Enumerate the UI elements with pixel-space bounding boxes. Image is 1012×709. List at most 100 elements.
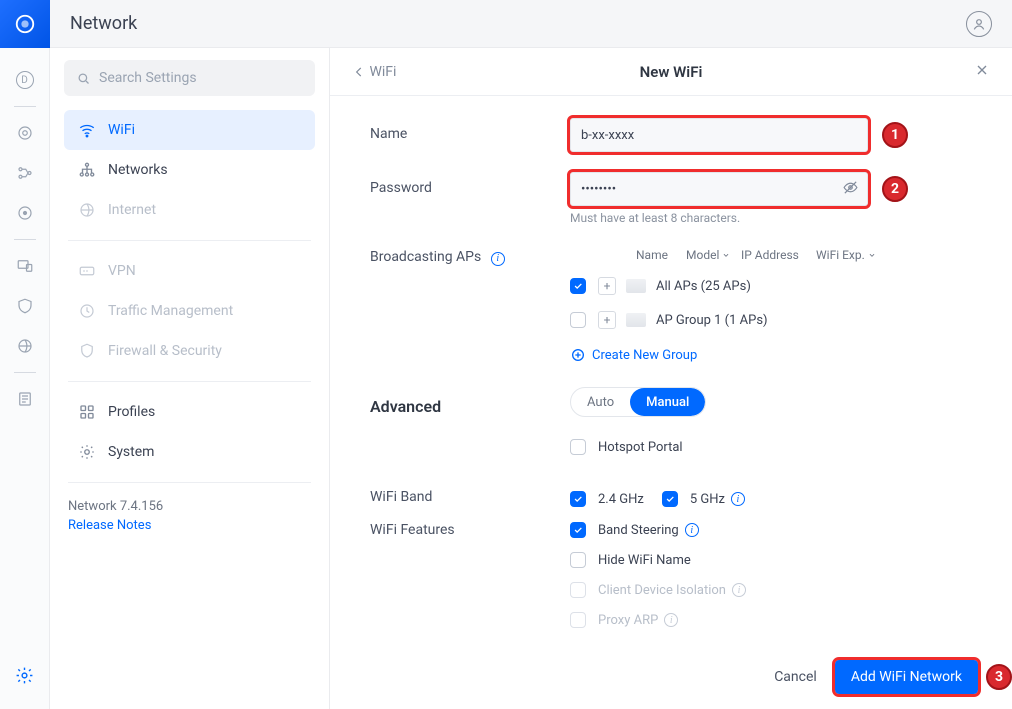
expand-icon[interactable]: + — [598, 277, 616, 295]
checkbox[interactable] — [662, 491, 678, 507]
band-5-line[interactable]: 5 GHz i — [662, 491, 745, 507]
password-label: Password — [370, 172, 570, 196]
checkbox[interactable] — [570, 439, 586, 455]
info-icon[interactable]: i — [731, 492, 745, 506]
sidebar-item-label: Firewall & Security — [108, 343, 222, 359]
checkbox[interactable] — [570, 552, 586, 568]
info-icon: i — [664, 613, 678, 627]
info-icon: i — [732, 583, 746, 597]
ap-row-all[interactable]: + All APs (25 APs) — [570, 269, 972, 303]
proxy-arp-line: Proxy ARP i — [570, 612, 972, 628]
brand-logo[interactable] — [0, 0, 50, 48]
password-input[interactable]: •••••••• — [570, 172, 868, 206]
sidebar-item-networks[interactable]: Networks — [64, 150, 315, 190]
hide-name-line[interactable]: Hide WiFi Name — [570, 552, 972, 568]
release-notes-link[interactable]: Release Notes — [64, 516, 315, 535]
checkbox[interactable] — [570, 491, 586, 507]
sidebar-item-label: Networks — [108, 162, 168, 178]
sidebar-item-vpn[interactable]: VPN — [64, 251, 315, 291]
app-rail: D — [0, 0, 50, 709]
checkbox[interactable] — [570, 312, 586, 328]
band-24-line[interactable]: 2.4 GHz — [570, 491, 644, 507]
advanced-heading: Advanced — [370, 389, 570, 416]
rail-devices-icon[interactable] — [0, 246, 50, 286]
annotation-3: 3 — [986, 664, 1012, 690]
rail-settings-icon[interactable] — [0, 655, 50, 695]
rail-security-icon[interactable] — [0, 286, 50, 326]
ap-row-label: All APs (25 APs) — [656, 279, 751, 294]
search-icon — [76, 71, 91, 86]
rail-dashboard-icon[interactable]: D — [0, 60, 50, 100]
hotspot-checkbox-line[interactable]: Hotspot Portal — [570, 439, 972, 455]
close-icon — [974, 62, 990, 78]
proxy-arp-label: Proxy ARP — [598, 613, 658, 628]
rail-globe-icon[interactable] — [0, 326, 50, 366]
search-input-wrap[interactable] — [64, 60, 315, 96]
rail-ports-icon[interactable] — [0, 153, 50, 193]
ap-device-icon — [626, 279, 646, 293]
rail-logs-icon[interactable] — [0, 379, 50, 419]
sidebar-item-profiles[interactable]: Profiles — [64, 392, 315, 432]
sidebar-item-label: WiFi — [108, 122, 135, 138]
ap-columns: Name Model IP Address WiFi Exp. — [570, 241, 972, 269]
page-title: Network — [70, 13, 137, 34]
sidebar-item-traffic[interactable]: Traffic Management — [64, 291, 315, 331]
expand-icon[interactable]: + — [598, 311, 616, 329]
checkbox[interactable] — [570, 278, 586, 294]
detail-panel: WiFi New WiFi Name b-xx-xxxx — [330, 48, 1012, 709]
traffic-icon — [78, 302, 96, 320]
wifi-icon — [78, 121, 96, 139]
info-icon[interactable]: i — [491, 252, 505, 266]
sidebar-item-label: Internet — [108, 202, 156, 218]
ap-device-icon — [626, 313, 646, 327]
wifi-features-label: WiFi Features — [370, 522, 570, 538]
client-isolation-label: Client Device Isolation — [598, 583, 726, 598]
back-label: WiFi — [369, 64, 396, 80]
info-icon[interactable]: i — [685, 523, 699, 537]
name-label: Name — [370, 118, 570, 142]
checkbox — [570, 582, 586, 598]
panel-title: New WiFi — [640, 63, 703, 81]
gear-icon — [78, 443, 96, 461]
band-steering-line[interactable]: Band Steering i — [570, 522, 972, 538]
sidebar-item-wifi[interactable]: WiFi — [64, 110, 315, 150]
rail-topology-icon[interactable] — [0, 113, 50, 153]
checkbox[interactable] — [570, 522, 586, 538]
annotation-2: 2 — [882, 176, 908, 202]
version-text: Network 7.4.156 — [64, 493, 315, 516]
plus-circle-icon — [570, 347, 586, 363]
band-5-label: 5 GHz — [690, 492, 725, 507]
cancel-button[interactable]: Cancel — [756, 661, 835, 693]
mode-toggle[interactable]: Auto Manual — [570, 387, 706, 417]
sidebar-item-system[interactable]: System — [64, 432, 315, 472]
hotspot-label: Hotspot Portal — [598, 440, 683, 455]
sidebar-item-internet[interactable]: Internet — [64, 190, 315, 230]
sidebar-item-firewall[interactable]: Firewall & Security — [64, 331, 315, 371]
topbar: Network — [50, 0, 1012, 48]
name-input[interactable]: b-xx-xxxx — [570, 118, 868, 152]
sidebar-item-label: System — [108, 444, 154, 460]
user-avatar[interactable] — [966, 11, 992, 37]
shield-icon — [78, 342, 96, 360]
profiles-icon — [78, 403, 96, 421]
eye-off-icon[interactable] — [842, 179, 859, 200]
mode-auto[interactable]: Auto — [571, 388, 630, 416]
mode-manual[interactable]: Manual — [630, 388, 705, 416]
name-value: b-xx-xxxx — [581, 128, 634, 143]
close-button[interactable] — [974, 62, 990, 82]
sidebar-item-label: Profiles — [108, 404, 155, 420]
band-24-label: 2.4 GHz — [598, 492, 644, 507]
password-hint: Must have at least 8 characters. — [570, 211, 972, 225]
wifi-band-label: WiFi Band — [370, 489, 570, 505]
panel-footer: Cancel Add WiFi Network 3 — [330, 645, 1012, 709]
add-wifi-button[interactable]: Add WiFi Network — [835, 660, 978, 694]
rail-radios-icon[interactable] — [0, 193, 50, 233]
ap-row-group1[interactable]: + AP Group 1 (1 APs) — [570, 303, 972, 337]
panel-header: WiFi New WiFi — [330, 48, 1012, 96]
back-button[interactable]: WiFi — [352, 64, 396, 80]
chevron-left-icon — [352, 65, 366, 79]
password-value: •••••••• — [581, 182, 616, 197]
sidebar-item-label: VPN — [108, 263, 136, 279]
create-group-link[interactable]: Create New Group — [570, 347, 697, 363]
search-input[interactable] — [99, 70, 303, 86]
